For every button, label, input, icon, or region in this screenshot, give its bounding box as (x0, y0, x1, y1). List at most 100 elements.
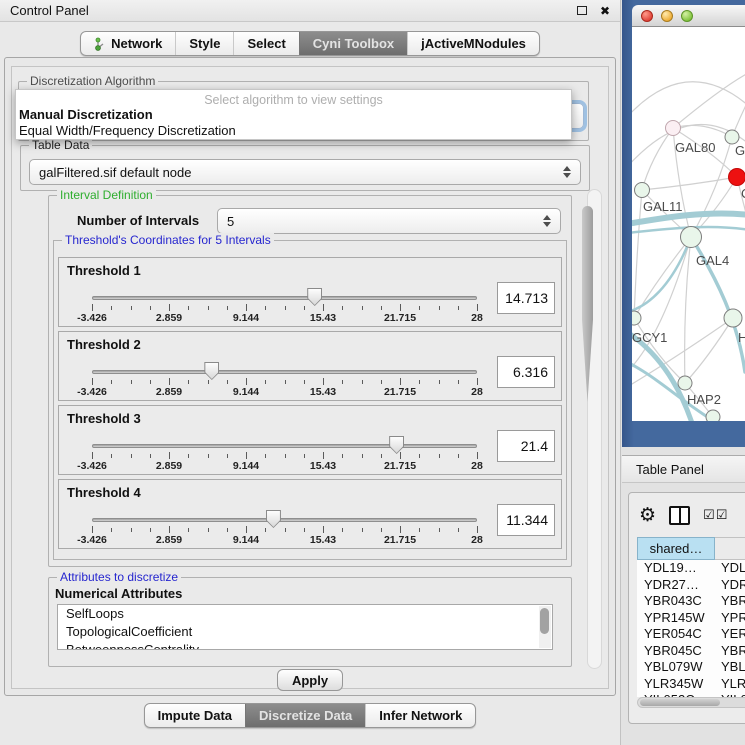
tick-mark (208, 454, 209, 458)
network-node[interactable] (666, 121, 681, 136)
split-columns-icon[interactable] (669, 506, 690, 525)
threshold-value-field[interactable]: 21.4 (497, 430, 555, 462)
table-horizontal-scrollbar[interactable] (637, 697, 745, 708)
tick-mark (304, 454, 305, 458)
threshold-label: Threshold 2 (67, 337, 141, 352)
network-node[interactable] (725, 130, 739, 144)
bottom-tab-group: Impute Data Discretize Data Infer Network (144, 703, 477, 728)
tick-mark (323, 304, 324, 311)
threshold-slider[interactable] (92, 370, 477, 374)
algorithm-option-manual-discretization[interactable]: Manual Discretization (16, 107, 571, 123)
tick-mark (246, 378, 247, 385)
tick-mark (246, 526, 247, 533)
table-panel: ⚙ ☑☑ shared… na YDL19…YDL1YDR27…YDR2YBR0… (628, 492, 745, 724)
attributes-scrollbar[interactable] (539, 606, 551, 648)
tick-mark (362, 454, 363, 458)
column-header-name[interactable]: na (715, 537, 745, 560)
network-node-label: C (741, 186, 745, 201)
attributes-group-title: Attributes to discretize (57, 570, 181, 584)
tick-mark (400, 304, 401, 311)
node-table[interactable]: shared… na YDL19…YDL1YDR27…YDR2YBR043CYB… (637, 537, 745, 697)
tick-mark (362, 380, 363, 384)
discretization-algorithm-title: Discretization Algorithm (27, 74, 158, 88)
network-node[interactable] (729, 169, 745, 186)
tab-label: Discretize Data (259, 708, 352, 723)
tab-style[interactable]: Style (175, 32, 233, 55)
close-traffic-light-icon[interactable] (641, 10, 653, 22)
threshold-panel-3: Threshold 3-3.4262.8599.14415.4321.71528… (58, 405, 562, 475)
tick-mark (169, 526, 170, 533)
network-window-titlebar (632, 5, 745, 27)
tick-label: 15.43 (310, 534, 336, 546)
network-node[interactable] (681, 227, 702, 248)
tick-mark (323, 526, 324, 533)
tick-mark (419, 454, 420, 458)
table-row[interactable]: YPR145WYPR1 (637, 610, 745, 627)
threshold-slider[interactable] (92, 444, 477, 448)
panel-scrollbar-thumb[interactable] (582, 206, 593, 402)
tick-label: 2.859 (156, 386, 182, 398)
threshold-value-field[interactable]: 14.713 (497, 282, 555, 314)
tab-discretize-data[interactable]: Discretize Data (245, 704, 365, 727)
apply-button[interactable]: Apply (277, 669, 343, 691)
network-node[interactable] (632, 311, 641, 325)
tab-cyni-toolbox[interactable]: Cyni Toolbox (299, 32, 407, 55)
network-view-window[interactable]: GAL80GACGAL11GAL4GCY1HHAP2 (622, 0, 745, 447)
tab-infer-network[interactable]: Infer Network (365, 704, 475, 727)
tick-mark (381, 454, 382, 458)
network-node[interactable] (678, 376, 692, 390)
minimize-traffic-light-icon[interactable] (661, 10, 673, 22)
tick-mark (246, 304, 247, 311)
slider-track[interactable] (92, 518, 477, 522)
table-hscrollbar-thumb[interactable] (640, 699, 720, 706)
table-row[interactable]: YBR043CYBR0 (637, 593, 745, 610)
tick-mark (458, 454, 459, 458)
tab-jactivemnodules[interactable]: jActiveMNodules (407, 32, 539, 55)
network-node[interactable] (706, 410, 720, 421)
table-data-combobox-value: galFiltered.sif default node (39, 165, 563, 180)
tab-impute-data[interactable]: Impute Data (145, 704, 245, 727)
numerical-attributes-list[interactable]: SelfLoopsTopologicalCoefficientBetweenne… (57, 604, 553, 650)
tick-mark (227, 454, 228, 458)
tick-label: 9.144 (233, 312, 259, 324)
tab-select[interactable]: Select (233, 32, 298, 55)
tick-mark (208, 306, 209, 310)
table-row[interactable]: YDR27…YDR2 (637, 577, 745, 594)
slider-track[interactable] (92, 296, 477, 300)
attribute-item-betweennesscentrality[interactable]: BetweennessCentrality (58, 641, 552, 650)
slider-track[interactable] (92, 370, 477, 374)
float-window-icon[interactable] (577, 6, 587, 15)
threshold-value-field[interactable]: 11.344 (497, 504, 555, 536)
table-cell-shared-name: YDL19… (637, 560, 715, 577)
table-row[interactable]: YLR345WYLR3 (637, 676, 745, 693)
network-node[interactable] (635, 183, 650, 198)
table-row[interactable]: YER054CYER0 (637, 626, 745, 643)
network-node-label: GCY1 (632, 330, 667, 345)
network-canvas[interactable]: GAL80GACGAL11GAL4GCY1HHAP2 (632, 27, 745, 421)
checkbox-icons[interactable]: ☑☑ (703, 508, 728, 523)
table-row[interactable]: YBL079WYBL0 (637, 659, 745, 676)
number-of-intervals-combobox[interactable]: 5 (217, 208, 561, 234)
threshold-slider[interactable] (92, 518, 477, 522)
threshold-slider[interactable] (92, 296, 477, 300)
close-icon[interactable]: ✖ (600, 5, 610, 17)
table-row[interactable]: YDL19…YDL1 (637, 560, 745, 577)
attribute-item-selfloops[interactable]: SelfLoops (58, 605, 552, 623)
zoom-traffic-light-icon[interactable] (681, 10, 693, 22)
table-data-combobox[interactable]: galFiltered.sif default node (29, 159, 581, 185)
tab-network[interactable]: Network (81, 32, 175, 55)
attribute-item-topologicalcoefficient[interactable]: TopologicalCoefficient (58, 623, 552, 641)
gear-icon[interactable]: ⚙ (639, 506, 656, 525)
panel-scrollbar[interactable] (587, 189, 602, 669)
threshold-value-field[interactable]: 6.316 (497, 356, 555, 388)
network-node[interactable] (724, 309, 742, 327)
tick-mark (477, 452, 478, 459)
slider-track[interactable] (92, 444, 477, 448)
table-row[interactable]: YBR045CYBR0 (637, 643, 745, 660)
algorithm-option-equal-width-frequency-discretization[interactable]: Equal Width/Frequency Discretization (16, 123, 571, 139)
network-graph[interactable]: GAL80GACGAL11GAL4GCY1HHAP2 (632, 27, 745, 421)
column-header-shared[interactable]: shared… (637, 537, 715, 560)
tab-label: Cyni Toolbox (313, 36, 394, 51)
tick-mark (150, 380, 151, 384)
attributes-scrollbar-thumb[interactable] (540, 608, 549, 634)
